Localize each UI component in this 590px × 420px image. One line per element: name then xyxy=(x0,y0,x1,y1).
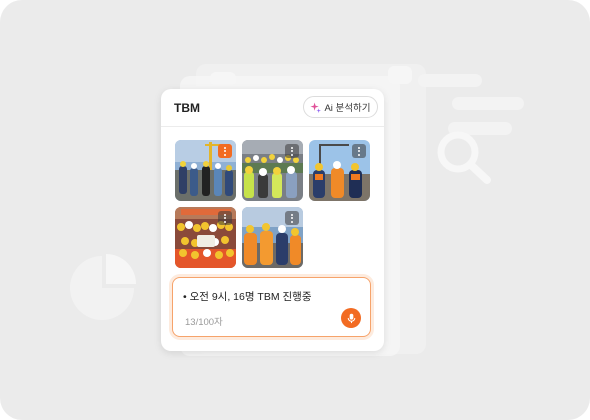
character-count: 13/100자 xyxy=(185,317,223,328)
photo-thumbnail-3[interactable] xyxy=(309,140,370,201)
ai-analyze-label: Ai 분석하기 xyxy=(324,103,371,114)
background-line xyxy=(418,74,482,87)
background-tile xyxy=(210,72,236,86)
photo-menu-button[interactable] xyxy=(285,144,299,158)
app-canvas: TBM Ai 분석하기 • 오전 9시, 16명 TBM 진행중 13/100자 xyxy=(0,0,590,420)
sparkle-icon xyxy=(310,101,322,113)
microphone-icon xyxy=(347,313,355,323)
photo-menu-button[interactable] xyxy=(218,211,232,225)
photo-menu-button[interactable] xyxy=(285,211,299,225)
card-title: TBM xyxy=(174,101,200,115)
voice-input-button[interactable] xyxy=(341,308,361,328)
photo-menu-button[interactable] xyxy=(352,144,366,158)
photo-thumbnail-4[interactable] xyxy=(175,207,236,268)
background-tile xyxy=(388,66,412,84)
card-header: TBM Ai 분석하기 xyxy=(161,89,384,127)
photo-thumbnail-5[interactable] xyxy=(242,207,303,268)
memo-input-text[interactable]: • 오전 9시, 16명 TBM 진행중 xyxy=(183,289,311,304)
search-icon xyxy=(437,131,491,184)
ai-analyze-button[interactable]: Ai 분석하기 xyxy=(303,96,378,118)
photo-thumbnail-2[interactable] xyxy=(242,140,303,201)
photo-menu-button[interactable] xyxy=(218,144,232,158)
photo-thumbnail-1[interactable] xyxy=(175,140,236,201)
background-line xyxy=(452,97,524,110)
memo-input[interactable]: • 오전 9시, 16명 TBM 진행중 13/100자 xyxy=(172,277,371,337)
pie-chart-icon xyxy=(70,254,136,320)
tbm-card: TBM Ai 분석하기 • 오전 9시, 16명 TBM 진행중 13/100자 xyxy=(161,89,384,351)
